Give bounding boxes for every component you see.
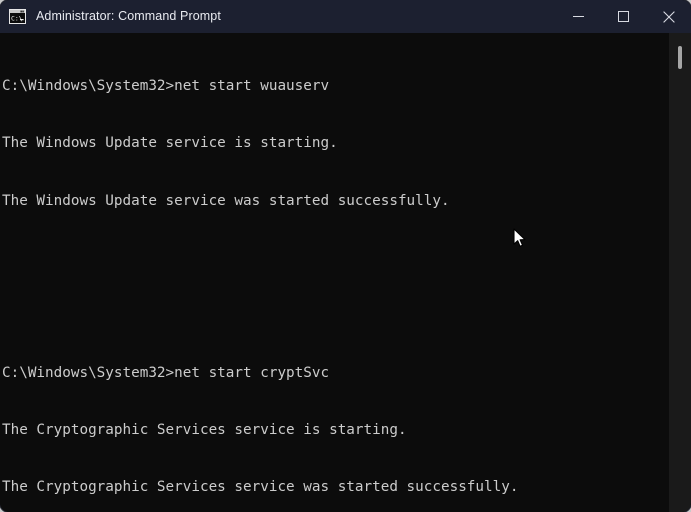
maximize-button[interactable] (601, 0, 646, 33)
svg-text:C:\: C:\ (11, 15, 23, 23)
window-controls (556, 0, 691, 33)
console-line (2, 306, 677, 325)
vertical-scroll-thumb[interactable] (678, 46, 682, 69)
console-line (2, 249, 677, 268)
console-text: C:\Windows\System32>net start wuauserv T… (2, 39, 677, 512)
console-output-area[interactable]: C:\Windows\System32>net start wuauserv T… (0, 33, 691, 512)
console-line: The Cryptographic Services service is st… (2, 421, 677, 440)
close-button[interactable] (646, 0, 691, 33)
console-line: C:\Windows\System32>net start wuauserv (2, 77, 677, 96)
console-line: The Windows Update service is starting. (2, 134, 677, 153)
title-bar-left: C:\ Administrator: Command Prompt (0, 0, 556, 33)
command-prompt-window: C:\ Administrator: Command Prompt (0, 0, 691, 512)
console-line: The Cryptographic Services service was s… (2, 478, 677, 497)
window-title: Administrator: Command Prompt (36, 0, 221, 33)
minimize-button[interactable] (556, 0, 601, 33)
console-line: C:\Windows\System32>net start cryptSvc (2, 364, 677, 383)
command-prompt-icon: C:\ (9, 9, 26, 24)
vertical-scrollbar[interactable] (669, 33, 691, 512)
title-bar[interactable]: C:\ Administrator: Command Prompt (0, 0, 691, 33)
console-line: The Windows Update service was started s… (2, 192, 677, 211)
